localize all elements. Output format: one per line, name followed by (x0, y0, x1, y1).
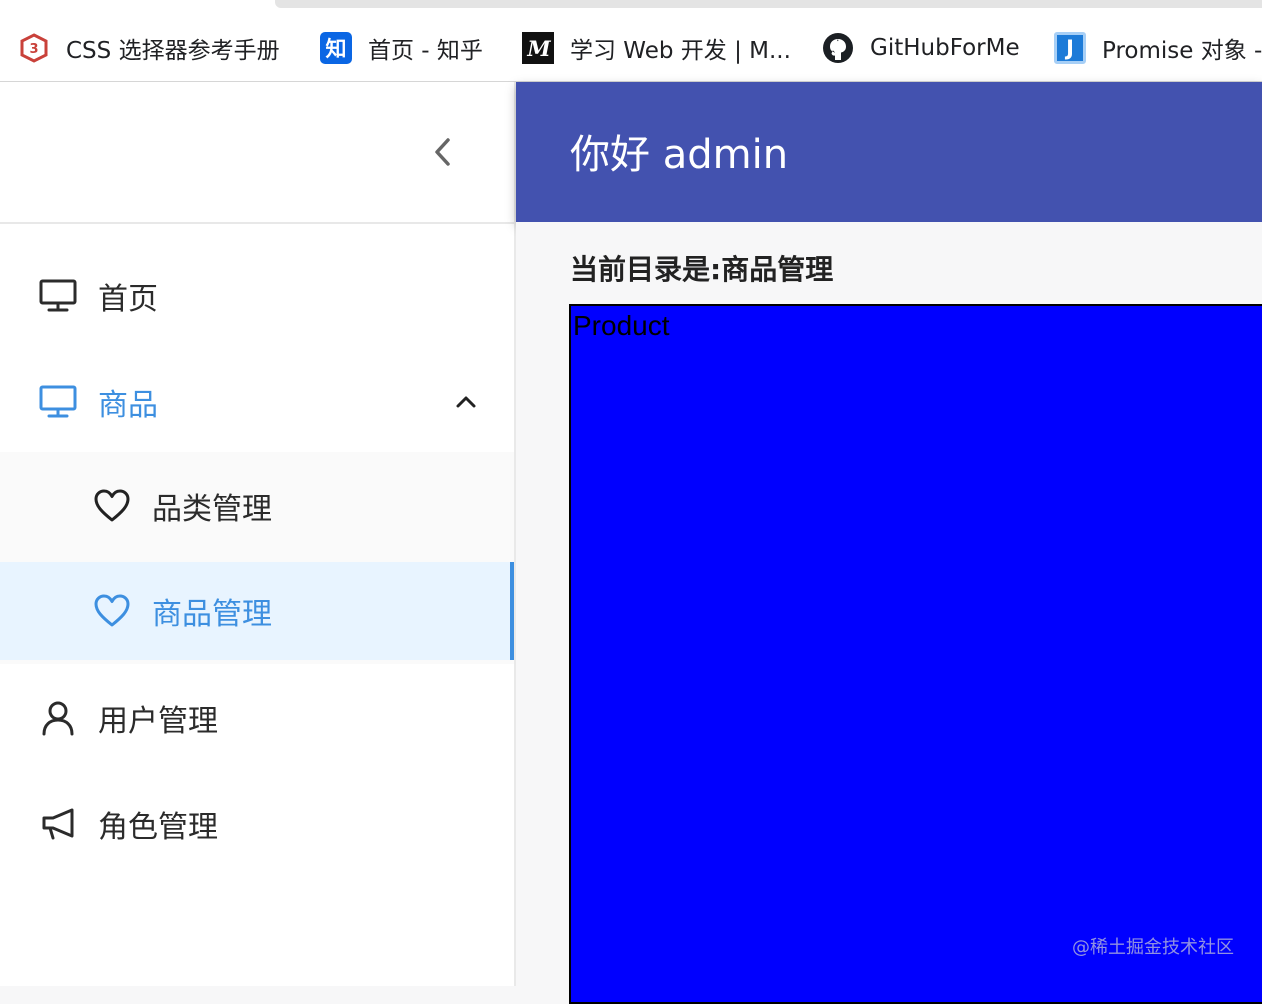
main-content: 当前目录是:商品管理 Product @稀土掘金技术社区 (516, 222, 1262, 1004)
sidebar-item-label: 角色管理 (98, 810, 218, 845)
bookmark-github[interactable]: GitHubForMe (822, 29, 1020, 67)
bookmark-label: 学习 Web 开发 | M... (570, 38, 791, 64)
sidebar-item-label: 商品 (98, 388, 158, 423)
bookmark-label: Promise 对象 - (1102, 38, 1262, 64)
heart-icon (92, 486, 132, 526)
sidebar-item-label: 用户管理 (98, 704, 218, 739)
sidebar-item-user-management[interactable]: 用户管理 (0, 668, 514, 768)
sidebar-subitem-category-management[interactable]: 品类管理 (0, 456, 514, 556)
tab-strip-edge (275, 0, 1262, 8)
bookmark-label: 首页 - 知乎 (368, 38, 483, 64)
bookmark-promise[interactable]: J Promise 对象 - (1054, 29, 1262, 67)
mdn-icon: M (522, 32, 554, 64)
heart-icon (92, 591, 132, 631)
sidebar-header (0, 82, 514, 224)
chevron-up-icon (452, 388, 480, 416)
sidebar-item-label: 品类管理 (152, 492, 272, 527)
svg-text:3: 3 (29, 42, 38, 57)
chevron-left-icon (435, 138, 450, 166)
product-panel: Product (569, 304, 1262, 1004)
sidebar-item-label: 首页 (98, 282, 158, 317)
sidebar-subitem-product-management[interactable]: 商品管理 (0, 562, 514, 660)
app-header: 你好 admin (516, 82, 1262, 222)
bookmark-css-selectors[interactable]: 3 CSS 选择器参考手册 (18, 29, 280, 67)
sidebar-item-products[interactable]: 商品 (0, 352, 514, 452)
bookmarks-bar: 3 CSS 选择器参考手册 知 首页 - 知乎 M 学习 Web 开发 | M.… (0, 0, 1262, 82)
megaphone-icon (38, 804, 78, 844)
desktop-icon (38, 382, 78, 422)
collapse-sidebar-button[interactable] (428, 132, 458, 172)
bookmark-zhihu[interactable]: 知 首页 - 知乎 (320, 29, 483, 67)
current-directory-label: 当前目录是:商品管理 (570, 253, 834, 286)
sidebar-item-role-management[interactable]: 角色管理 (0, 774, 514, 874)
sidebar-item-home[interactable]: 首页 (0, 246, 514, 346)
product-text: Product (573, 310, 670, 341)
zhihu-icon: 知 (320, 32, 352, 64)
j-icon: J (1054, 32, 1086, 64)
github-icon (822, 32, 854, 64)
sidebar: 首页 商品 品类管理 商品管理 用户管理 角色管理 (0, 82, 516, 986)
watermark: @稀土掘金技术社区 (1072, 937, 1234, 958)
bookmark-mdn[interactable]: M 学习 Web 开发 | M... (522, 29, 791, 67)
welcome-title: 你好 admin (570, 132, 789, 178)
bookmark-label: CSS 选择器参考手册 (66, 38, 280, 64)
w3-shield-icon: 3 (18, 32, 50, 64)
user-icon (38, 698, 78, 738)
sidebar-item-label: 商品管理 (152, 597, 272, 632)
bookmark-label: GitHubForMe (870, 35, 1020, 61)
desktop-icon (38, 276, 78, 316)
